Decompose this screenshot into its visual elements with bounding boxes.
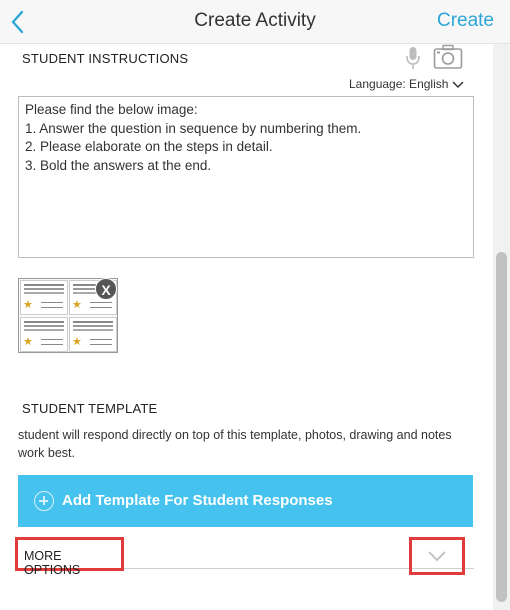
- remove-image-button[interactable]: X: [95, 278, 117, 300]
- instruction-line: Please find the below image:: [25, 102, 198, 117]
- plus-circle-icon: [34, 491, 54, 511]
- template-description: student will respond directly on top of …: [18, 428, 452, 460]
- more-options-label: MORE OPTIONS: [24, 549, 81, 577]
- scrollbar-thumb[interactable]: [496, 252, 507, 602]
- chevron-down-icon: [452, 81, 464, 88]
- instruction-line: 2. Please elaborate on the steps in deta…: [25, 139, 273, 154]
- thumbnail-card: ★: [69, 317, 117, 352]
- create-button[interactable]: Create: [437, 10, 494, 32]
- add-template-label: Add Template For Student Responses: [62, 492, 333, 509]
- chevron-down-icon: [428, 551, 446, 562]
- microphone-button[interactable]: [406, 46, 420, 70]
- camera-button[interactable]: [433, 44, 463, 70]
- vertical-scrollbar[interactable]: [493, 44, 510, 610]
- add-template-button[interactable]: Add Template For Student Responses: [18, 475, 473, 527]
- page-title: Create Activity: [194, 10, 316, 31]
- thumbnail-card: ★: [20, 317, 68, 352]
- expand-more-options-button[interactable]: [409, 537, 465, 575]
- instructions-textarea[interactable]: Please find the below image: 1. Answer t…: [18, 96, 474, 258]
- language-selector[interactable]: Language: English: [349, 77, 464, 91]
- thumbnail-card: ★: [20, 280, 68, 315]
- more-options-toggle[interactable]: MORE OPTIONS: [15, 537, 124, 577]
- app-header: Create Activity Create: [0, 0, 510, 44]
- language-label: Language: English: [349, 77, 449, 91]
- form-content: STUDENT INSTRUCTIONS Language: English P…: [6, 44, 490, 610]
- camera-icon: [433, 44, 463, 69]
- instruction-line: 1. Answer the question in sequence by nu…: [25, 120, 362, 136]
- student-instructions-heading: STUDENT INSTRUCTIONS: [22, 51, 189, 66]
- student-template-heading: STUDENT TEMPLATE: [22, 401, 158, 416]
- instruction-line: 3. Bold the answers at the end.: [25, 157, 212, 173]
- microphone-icon: [406, 47, 420, 69]
